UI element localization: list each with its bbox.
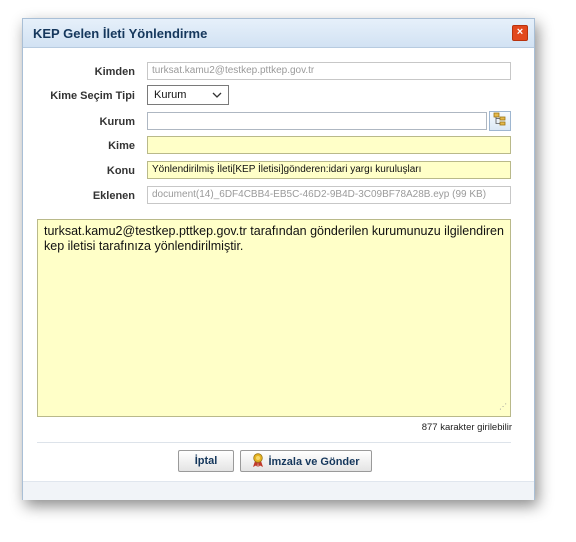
chevron-down-icon (212, 86, 222, 111)
message-textarea[interactable]: turksat.kamu2@testkep.pttkep.gov.tr tara… (37, 219, 511, 417)
eklenen-label: Eklenen (92, 190, 135, 202)
kimden-label: Kimden (94, 66, 135, 78)
kime-label: Kime (108, 140, 135, 152)
close-icon[interactable]: × (512, 25, 528, 41)
kurum-label: Kurum (99, 116, 135, 128)
sign-and-send-button[interactable]: İmzala ve Gönder (240, 450, 372, 472)
kime-input[interactable] (147, 136, 511, 154)
cancel-button-label: İptal (194, 455, 218, 467)
kime-secim-tipi-label: Kime Seçim Tipi (50, 90, 135, 102)
eklenen-field: document(14)_6DF4CBB4-EB5C-46D2-9B4D-3C0… (147, 186, 511, 204)
character-counter: 877 karakter girilebilir (421, 422, 512, 433)
konu-input[interactable]: Yönlendirilmiş İleti[KEP İletisi]göndere… (147, 161, 511, 179)
kep-forward-dialog: KEP Gelen İleti Yönlendirme × Kimden tur… (22, 18, 535, 500)
sign-and-send-label: İmzala ve Gönder (268, 456, 360, 468)
ribbon-award-icon (252, 451, 264, 471)
footer-divider (37, 442, 511, 443)
konu-label: Konu (106, 165, 135, 177)
cancel-button[interactable]: İptal (178, 450, 234, 472)
resize-grip-icon[interactable]: ⋰ (499, 399, 507, 414)
kurum-input[interactable] (147, 112, 487, 130)
dialog-title: KEP Gelen İleti Yönlendirme (33, 26, 208, 41)
kime-secim-tipi-value: Kurum (154, 89, 187, 101)
message-body: turksat.kamu2@testkep.pttkep.gov.tr tara… (44, 224, 504, 253)
dialog-footer-strip (23, 481, 534, 500)
dialog-titlebar: KEP Gelen İleti Yönlendirme × (23, 19, 534, 48)
tree-picker-icon[interactable] (489, 111, 511, 131)
kimden-field: turksat.kamu2@testkep.pttkep.gov.tr (147, 62, 511, 80)
kime-secim-tipi-select[interactable]: Kurum (147, 85, 229, 105)
